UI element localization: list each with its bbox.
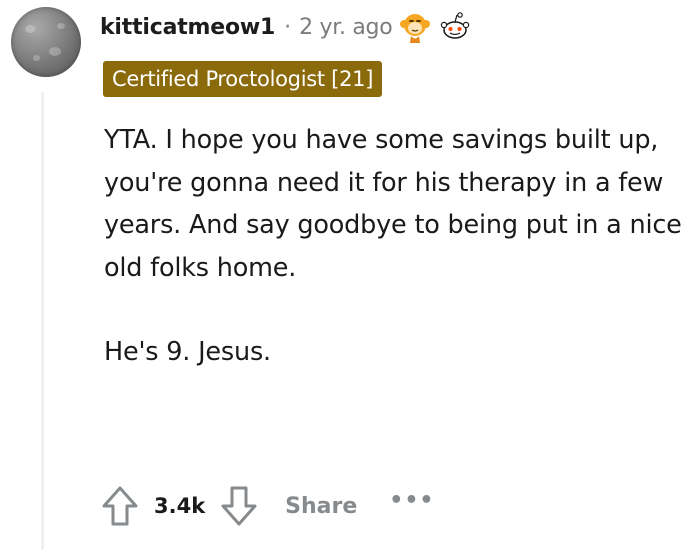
comment-body: YTA. I hope you have some savings built … — [104, 119, 694, 374]
user-flair: Certified Proctologist [21] — [103, 61, 383, 97]
upvote-arrow-icon[interactable] — [100, 484, 140, 528]
separator-dot: · — [284, 14, 292, 40]
share-button[interactable]: Share — [285, 494, 357, 519]
reddit-alien-award-icon[interactable] — [438, 10, 472, 44]
monkey-award-icon[interactable] — [398, 10, 432, 44]
thread-line[interactable] — [41, 92, 44, 550]
comment-actions: 3.4k Share ••• — [100, 480, 434, 532]
more-options-button[interactable]: ••• — [389, 488, 434, 513]
avatar[interactable] — [11, 7, 81, 77]
comment-paragraph: He's 9. Jesus. — [104, 337, 271, 367]
vote-score: 3.4k — [154, 494, 206, 518]
comment-age[interactable]: 2 yr. ago — [299, 15, 393, 40]
username-link[interactable]: kitticatmeow1 — [100, 15, 275, 40]
downvote-arrow-icon[interactable] — [219, 484, 259, 528]
comment-paragraph: YTA. I hope you have some savings built … — [104, 125, 682, 283]
comment-header: kitticatmeow1 · 2 yr. ago — [100, 7, 472, 47]
